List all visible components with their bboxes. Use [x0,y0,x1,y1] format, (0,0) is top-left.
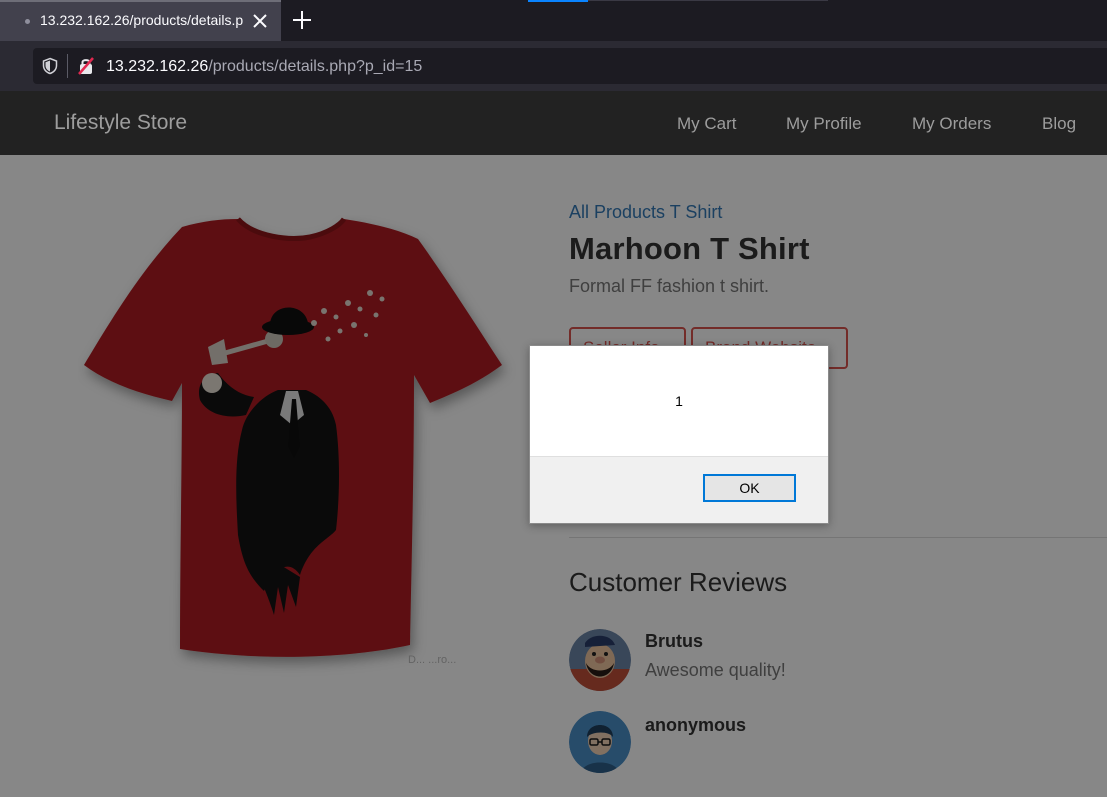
tab-strip-line [588,0,828,1]
site-brand-link[interactable]: Lifestyle Store [54,111,187,135]
browser-toolbar: 13.232.162.26/products/details.php?p_id=… [0,41,1107,91]
tab-accent-line [0,0,281,2]
ok-button[interactable]: OK [703,474,796,502]
nav-my-profile[interactable]: My Profile [786,114,862,134]
address-bar-separator [67,54,68,78]
address-bar-url[interactable]: 13.232.162.26/products/details.php?p_id=… [106,58,422,76]
nav-my-orders[interactable]: My Orders [912,114,991,134]
alert-message: 1 [675,393,683,409]
browser-tab-active[interactable]: 13.232.162.26/products/details.php?p_id=… [0,0,281,41]
nav-blog[interactable]: Blog [1042,114,1076,134]
url-path: /products/details.php?p_id=15 [208,58,423,75]
new-tab-plus-icon[interactable] [290,8,314,32]
tracking-protection-shield-icon[interactable] [41,57,59,75]
tab-strip-highlight [528,0,588,2]
alert-footer: OK [530,456,828,523]
browser-tab-bar: 13.232.162.26/products/details.php?p_id=… [0,0,1107,41]
insecure-lock-icon[interactable] [76,56,96,76]
alert-dialog: 1 OK [529,345,829,524]
tab-loading-dot-icon [25,19,30,24]
close-tab-icon[interactable] [250,11,270,31]
tab-title: 13.232.162.26/products/details.php?p_id=… [40,12,244,28]
url-host: 13.232.162.26 [106,58,209,75]
site-navbar: Lifestyle Store My Cart My Profile My Or… [0,91,1107,155]
nav-my-cart[interactable]: My Cart [677,114,737,134]
